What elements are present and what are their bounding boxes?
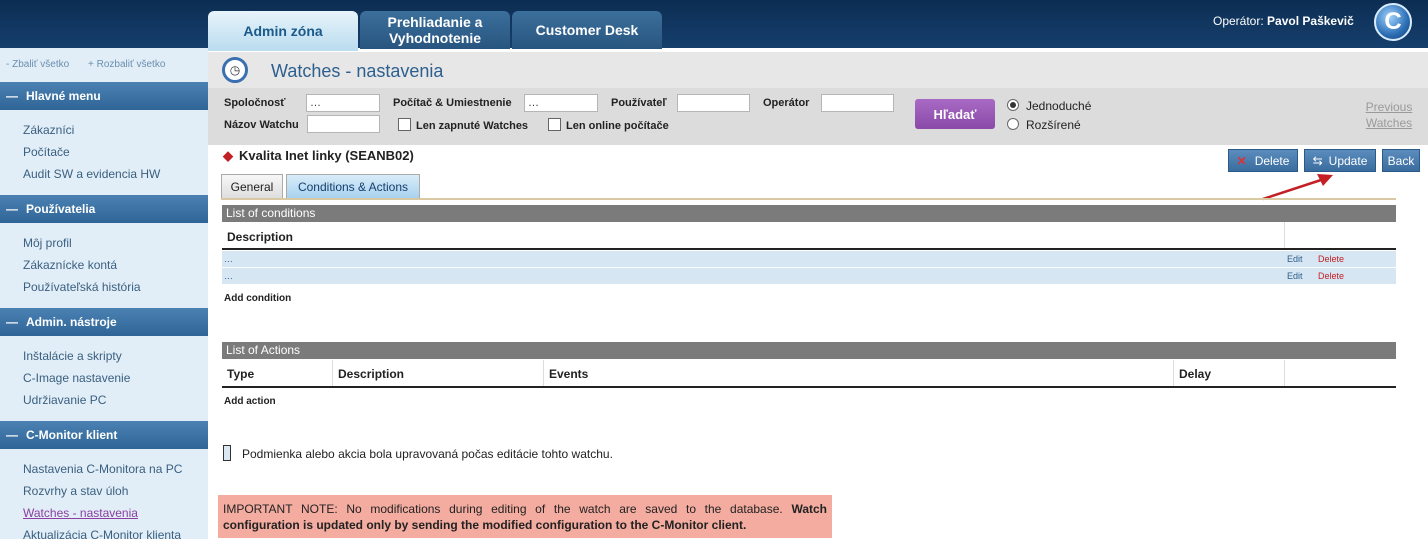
operator-input[interactable]	[821, 94, 894, 112]
only-enabled-label: Len zapnuté Watches	[416, 120, 529, 132]
sidebar-item-watches[interactable]: Watches - nastavenia	[23, 506, 138, 520]
actions-heading: List of Actions	[222, 342, 1396, 359]
sidebar: - Zbaliť všetko + Rozbaliť všetko — Hlavn…	[0, 48, 208, 542]
watch-name-input[interactable]	[307, 115, 380, 133]
mode-simple-label: Jednoduché	[1026, 99, 1092, 113]
sidebar-item-user-history[interactable]: Používateľská história	[23, 280, 141, 294]
tab-customer-desk[interactable]: Customer Desk	[512, 11, 662, 49]
actions-col-type: Type	[227, 367, 255, 381]
add-action-link[interactable]: Add action	[224, 396, 276, 407]
operator-name: Pavol Paškevič	[1267, 14, 1354, 28]
tab-underline	[221, 198, 1396, 200]
only-online-checkbox[interactable]	[548, 118, 561, 131]
top-navigation-bar: Admin zóna Prehliadanie a Vyhodnotenie C…	[0, 0, 1428, 51]
filter-bar: Spoločnosť … Počítač & Umiestnenie … Pou…	[208, 88, 1428, 145]
table-row: … Edit Delete	[222, 251, 1396, 267]
conditions-heading: List of conditions	[222, 205, 1396, 222]
watch-title: ◆ Kvalita Inet linky (SEANB02)	[223, 148, 414, 163]
condition-delete-link[interactable]: Delete	[1318, 268, 1344, 284]
sidebar-item-my-profile[interactable]: Môj profil	[23, 236, 72, 250]
condition-delete-link[interactable]: Delete	[1318, 251, 1344, 267]
sidebar-item-customers[interactable]: Zákazníci	[23, 123, 74, 137]
sidebar-item-cimage[interactable]: C-Image nastavenie	[23, 371, 130, 385]
add-condition-link[interactable]: Add condition	[224, 293, 291, 304]
clock-icon: ◷	[222, 57, 248, 83]
collapse-all-link[interactable]: - Zbaliť všetko	[6, 59, 69, 70]
computer-label: Počítač & Umiestnenie	[393, 97, 512, 109]
company-label: Spoločnosť	[224, 97, 286, 109]
actions-col-delay: Delay	[1179, 367, 1212, 381]
tab-general[interactable]: General	[221, 174, 283, 198]
back-arrow-icon: ◆	[223, 148, 233, 163]
operator-label: Operátor:	[1213, 14, 1264, 28]
actions-col-events: Events	[549, 367, 589, 381]
condition-text: …	[224, 271, 233, 281]
sidebar-item-cmonitor-update[interactable]: Aktualizácia C-Monitor klienta	[23, 528, 181, 542]
page-title: Watches - nastavenia	[271, 61, 444, 81]
sidebar-section-users[interactable]: — Používatelia	[0, 195, 208, 223]
only-enabled-checkbox[interactable]	[398, 118, 411, 131]
tab-admin-zone[interactable]: Admin zóna	[208, 11, 358, 51]
sidebar-item-customer-accounts[interactable]: Zákaznícke kontá	[23, 258, 117, 272]
back-button[interactable]: Back	[1382, 149, 1420, 172]
tab-conditions-actions[interactable]: Conditions & Actions	[286, 174, 420, 198]
update-icon: ⇆	[1312, 153, 1323, 168]
sidebar-item-installations[interactable]: Inštalácie a skripty	[23, 349, 122, 363]
modified-legend-swatch	[223, 445, 231, 461]
computer-input[interactable]: …	[524, 94, 598, 112]
sidebar-section-cmonitor[interactable]: — C-Monitor klient	[0, 421, 208, 449]
note-text: IMPORTANT NOTE: No modifications during …	[223, 502, 783, 516]
condition-edit-link[interactable]: Edit	[1287, 268, 1303, 284]
search-button[interactable]: Hľadať	[915, 99, 995, 129]
user-input[interactable]	[677, 94, 750, 112]
sidebar-section-main-menu[interactable]: — Hlavné menu	[0, 82, 208, 110]
actions-col-divider	[1284, 360, 1285, 386]
sidebar-expand-controls: - Zbaliť všetko + Rozbaliť všetko	[6, 59, 181, 70]
conditions-header-rule	[222, 248, 1396, 250]
only-online-label: Len online počítače	[566, 120, 669, 132]
tab-overview-evaluation[interactable]: Prehliadanie a Vyhodnotenie	[360, 11, 510, 49]
actions-col-divider	[332, 360, 333, 386]
mode-simple-radio[interactable]	[1007, 99, 1019, 111]
actions-col-divider	[1173, 360, 1174, 386]
conditions-col-divider	[1284, 222, 1285, 248]
important-note: IMPORTANT NOTE: No modifications during …	[218, 495, 832, 538]
actions-col-description: Description	[338, 367, 405, 381]
condition-edit-link[interactable]: Edit	[1287, 251, 1303, 267]
sidebar-item-cmonitor-settings[interactable]: Nastavenia C-Monitora na PC	[23, 462, 182, 476]
sidebar-item-schedules[interactable]: Rozvrhy a stav úloh	[23, 484, 128, 498]
company-input[interactable]: …	[306, 94, 380, 112]
expand-all-link[interactable]: + Rozbaliť všetko	[88, 59, 165, 70]
conditions-col-description: Description	[227, 230, 294, 244]
modified-legend-text: Podmienka alebo akcia bola upravovaná po…	[242, 447, 613, 461]
operator-info: Operátor: Pavol Paškevič	[1213, 14, 1354, 28]
sidebar-section-admin-tools[interactable]: — Admin. nástroje	[0, 308, 208, 336]
actions-header-rule	[222, 386, 1396, 388]
app-logo[interactable]: C	[1374, 3, 1412, 41]
user-label: Používateľ	[611, 97, 667, 109]
condition-text: …	[224, 254, 233, 264]
delete-icon: ✕	[1236, 153, 1247, 168]
watch-name-label: Názov Watchu	[224, 119, 299, 131]
sidebar-item-computers[interactable]: Počítače	[23, 145, 70, 159]
previous-watches-link[interactable]: Previous Watches	[1363, 99, 1415, 131]
actions-col-divider	[543, 360, 544, 386]
mode-advanced-radio[interactable]	[1007, 118, 1019, 130]
page-header: ◷ Watches - nastavenia	[208, 52, 1428, 88]
operator-filter-label: Operátor	[763, 97, 810, 109]
table-row: … Edit Delete	[222, 268, 1396, 284]
sidebar-item-audit[interactable]: Audit SW a evidencia HW	[23, 167, 160, 181]
mode-advanced-label: Rozšírené	[1026, 118, 1081, 132]
sidebar-item-pc-maintenance[interactable]: Udržiavanie PC	[23, 393, 106, 407]
